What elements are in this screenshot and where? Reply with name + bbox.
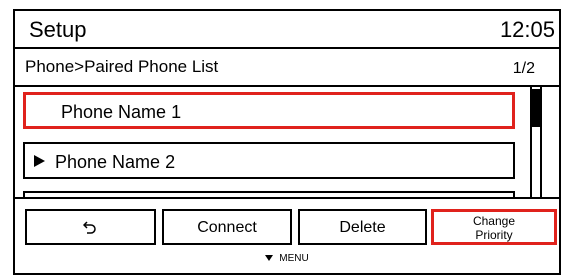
page-indicator: 1/2 — [512, 60, 535, 77]
menu-hint-label: MENU — [279, 253, 309, 264]
back-arrow-icon — [83, 221, 96, 234]
title-bar: Setup 12:05 — [15, 11, 559, 49]
connect-button-label: Connect — [197, 219, 257, 236]
list-item-phone-2[interactable]: Phone Name 2 — [23, 142, 515, 179]
menu-hint[interactable]: MENU — [15, 253, 559, 264]
breadcrumb-bar: Phone>Paired Phone List 1/2 — [15, 49, 559, 87]
back-button[interactable] — [25, 209, 156, 245]
list-item-label: Phone Name 2 — [55, 152, 176, 172]
list-item-label: Phone Name 1 — [61, 102, 182, 122]
change-priority-label: Change Priority — [472, 214, 516, 242]
scrollbar-thumb[interactable] — [532, 89, 540, 127]
connect-button[interactable]: Connect — [162, 209, 292, 245]
down-triangle-icon — [265, 255, 274, 262]
screen-frame: Setup 12:05 Phone>Paired Phone List 1/2 … — [13, 9, 561, 275]
play-arrow-icon — [34, 155, 45, 167]
breadcrumb: Phone>Paired Phone List — [25, 57, 219, 76]
delete-button-label: Delete — [339, 219, 386, 236]
menu-panel: Connect Delete Change Priority MENU — [15, 197, 559, 273]
clock: 12:05 — [499, 17, 555, 42]
change-priority-button[interactable]: Change Priority — [431, 209, 557, 245]
screen-title: Setup — [29, 17, 87, 42]
list-item-phone-1[interactable]: Phone Name 1 — [23, 92, 515, 129]
delete-button[interactable]: Delete — [298, 209, 427, 245]
